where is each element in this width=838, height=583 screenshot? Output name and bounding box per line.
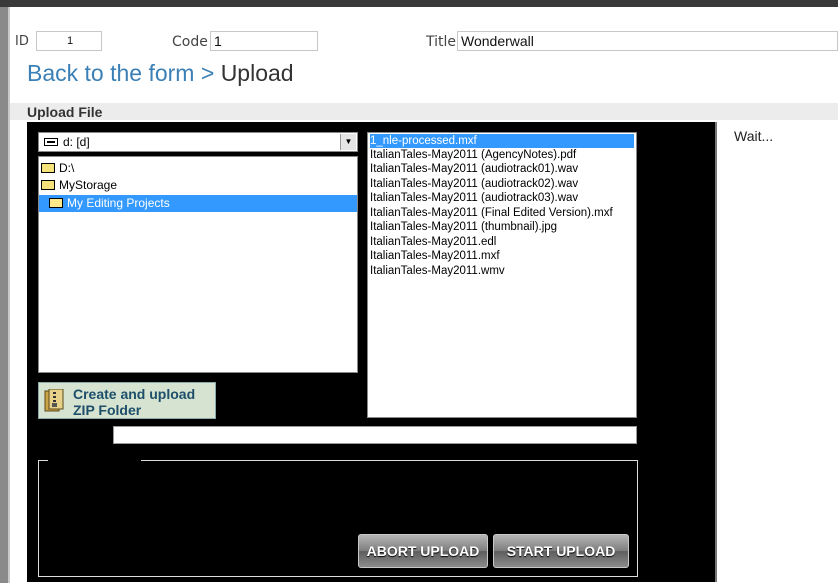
start-upload-button[interactable]: START UPLOAD [493,534,629,568]
breadcrumb-separator: > [200,60,215,86]
id-field[interactable]: 1 [36,31,102,51]
open-folder-icon [41,163,55,173]
open-folder-icon [49,198,63,208]
zip-button-label-2: ZIP Folder [73,402,142,418]
back-to-form-link[interactable]: Back to the form [27,60,194,86]
open-folder-icon [41,180,55,190]
window-top-border [0,0,838,7]
page-title: Back to the form > Upload [27,60,294,87]
upload-path-field[interactable] [113,426,637,444]
groupbox-title-gap [48,457,141,463]
file-list[interactable]: 1_nle-processed.mxf ItalianTales-May2011… [367,132,637,418]
section-title: Upload File [27,104,103,120]
section-header-bar [10,103,838,120]
tree-item-label: MyStorage [59,178,118,192]
applet-edge [715,122,717,582]
list-item[interactable]: ItalianTales-May2011 (Final Edited Versi… [370,206,613,220]
list-item[interactable]: ItalianTales-May2011.edl [370,235,496,249]
tree-item-my-editing-projects[interactable]: My Editing Projects [39,195,357,212]
title-field[interactable]: Wonderwall [457,31,838,51]
drive-select[interactable]: d: [d] ▼ [38,132,358,152]
zip-button-label-1: Create and upload [73,386,196,402]
title-label: Title [426,34,457,50]
folder-tree[interactable]: D:\ MyStorage My Editing Projects [38,156,358,373]
window-left-border [0,7,8,583]
code-field[interactable]: 1 [210,31,318,51]
chevron-down-icon[interactable]: ▼ [340,134,356,150]
drive-value: d: [d] [63,135,90,149]
tree-item-mystorage[interactable]: MyStorage [41,177,117,194]
hard-drive-icon [44,138,58,146]
breadcrumb-current: Upload [220,60,294,86]
id-label: ID [15,34,29,49]
create-zip-button[interactable]: Create and upload ZIP Folder [38,382,216,419]
list-item[interactable]: ItalianTales-May2011 (audiotrack02).wav [370,177,578,191]
zip-archive-icon [44,389,64,412]
list-item[interactable]: ItalianTales-May2011 (audiotrack01).wav [370,162,578,176]
code-label: Code [172,34,208,50]
list-item[interactable]: ItalianTales-May2011.mxf [370,249,500,263]
list-item[interactable]: ItalianTales-May2011 (audiotrack03).wav [370,191,578,205]
tree-item-drive[interactable]: D:\ [41,160,74,177]
list-item[interactable]: ItalianTales-May2011 (AgencyNotes).pdf [370,148,576,162]
list-item[interactable]: ItalianTales-May2011.wmv [370,264,505,278]
list-item[interactable]: ItalianTales-May2011 (thumbnail).jpg [370,220,557,234]
status-text: Wait... [734,128,774,144]
window-left-border-inner [8,7,10,583]
tree-item-label: My Editing Projects [67,196,170,210]
tree-item-label: D:\ [59,161,75,175]
list-item[interactable]: 1_nle-processed.mxf [370,134,634,148]
abort-upload-button[interactable]: ABORT UPLOAD [358,534,488,568]
